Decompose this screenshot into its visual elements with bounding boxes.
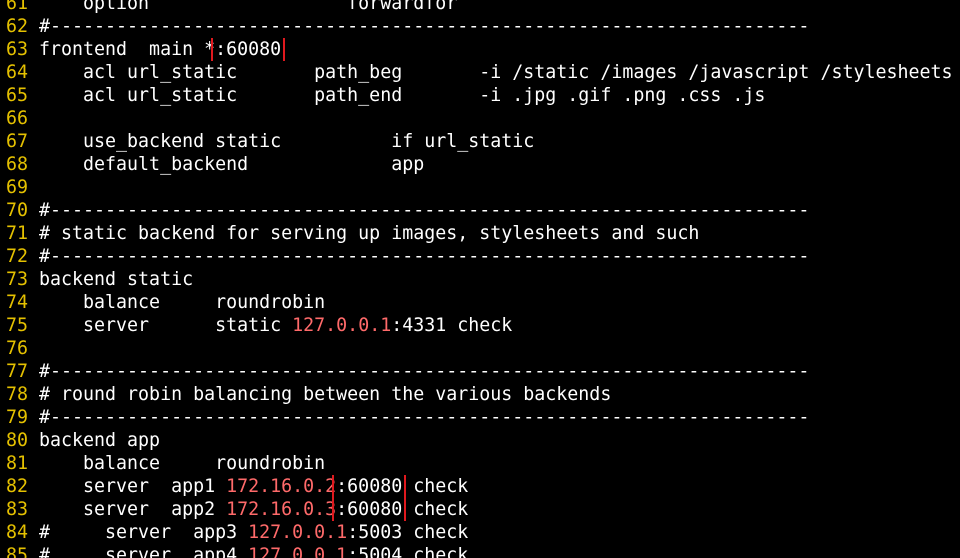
line-number: 73 [6,269,29,290]
ip-address-text: 172.16.0.2 [226,476,337,497]
code-text: #---------------------------------------… [39,407,810,428]
code-line[interactable]: 70 #-------------------------------------… [0,199,960,222]
code-line[interactable]: 75 server static 127.0.0.1:4331 check [0,314,960,337]
ip-address-text: 172.16.0.3 [226,499,337,520]
line-number: 78 [6,384,29,405]
code-text: backend static [39,269,194,290]
editor-buffer[interactable]: 61 option forwardfor 62 #-----------------… [0,0,960,558]
code-text: #---------------------------------------… [39,246,810,267]
line-number: 75 [6,315,29,336]
line-number: 62 [6,16,29,37]
line-number: 65 [6,85,29,106]
line-number: 68 [6,154,29,175]
line-number: 80 [6,430,29,451]
ip-address-text: 127.0.0.1 [292,315,392,336]
code-text: server app2 [39,499,227,520]
terminal-editor[interactable]: 61 option forwardfor 62 #-----------------… [0,0,960,558]
code-line[interactable]: 67 use_backend static if url_static [0,130,960,153]
code-line[interactable]: 85 # server app4 127.0.0.1:5004 check [0,544,960,558]
code-text: # server app3 [39,522,249,543]
line-number: 81 [6,453,29,474]
line-number: 82 [6,476,29,497]
line-number: 84 [6,522,29,543]
code-text: :5003 check [347,522,469,543]
code-text: balance roundrobin [39,453,326,474]
code-line[interactable]: 83 server app2 172.16.0.3:60080 check [0,498,960,521]
code-line[interactable]: 68 default_backend app [0,153,960,176]
code-text: server app1 [39,476,227,497]
line-number: 83 [6,499,29,520]
line-number: 72 [6,246,29,267]
line-number: 67 [6,131,29,152]
code-text: frontend main * [39,39,216,60]
code-line[interactable]: 61 option forwardfor [0,0,960,15]
code-line[interactable]: 82 server app1 172.16.0.2:60080 check [0,475,960,498]
code-text: balance roundrobin [39,292,326,313]
code-text: check [402,476,469,497]
highlighted-port-text: :60080 [332,498,407,521]
line-number: 61 [6,0,29,14]
code-line[interactable]: 77 #-------------------------------------… [0,360,960,383]
line-number: 79 [6,407,29,428]
code-line[interactable]: 76 [0,337,960,360]
code-line[interactable]: 63 frontend main *:60080 [0,38,960,61]
code-line[interactable]: 65 acl url_static path_end -i .jpg .gif … [0,84,960,107]
code-line[interactable]: 72 #-------------------------------------… [0,245,960,268]
code-text: server static [39,315,293,336]
line-number: 63 [6,39,29,60]
code-text: :4331 check [391,315,513,336]
ip-address-text: 127.0.0.1 [248,522,348,543]
code-line[interactable]: 73 backend static [0,268,960,291]
code-line[interactable]: 62 #-------------------------------------… [0,15,960,38]
code-line[interactable]: 81 balance roundrobin [0,452,960,475]
code-text: option forwardfor [39,0,458,14]
line-number: 77 [6,361,29,382]
code-text: # static backend for serving up images, … [39,223,700,244]
code-line[interactable]: 74 balance roundrobin [0,291,960,314]
code-line[interactable]: 80 backend app [0,429,960,452]
code-text: #---------------------------------------… [39,200,810,221]
code-text: # round robin balancing between the vari… [39,384,612,405]
line-number: 66 [6,108,29,129]
code-text: backend app [39,430,161,451]
line-number: 76 [6,338,29,359]
code-text: acl url_static path_end -i .jpg .gif .pn… [39,85,766,106]
line-number: 69 [6,177,29,198]
ip-address-text: 127.0.0.1 [248,545,348,558]
code-text: use_backend static if url_static [39,131,535,152]
code-text: # server app4 [39,545,249,558]
code-line[interactable]: 84 # server app3 127.0.0.1:5003 check [0,521,960,544]
line-number: 70 [6,200,29,221]
line-number: 64 [6,62,29,83]
code-line[interactable]: 71 # static backend for serving up images… [0,222,960,245]
code-text: check [402,499,469,520]
highlighted-port-text: :60080 [332,475,407,498]
code-text: #---------------------------------------… [39,16,810,37]
code-line[interactable]: 79 #-------------------------------------… [0,406,960,429]
code-text: default_backend app [39,154,425,175]
line-number: 85 [6,545,29,558]
line-number: 74 [6,292,29,313]
code-text: :5004 check [347,545,469,558]
code-text: #---------------------------------------… [39,361,810,382]
code-line[interactable]: 66 [0,107,960,130]
code-line[interactable]: 78 # round robin balancing between the va… [0,383,960,406]
code-line[interactable]: 69 [0,176,960,199]
line-number: 71 [6,223,29,244]
highlighted-port-text: :60080 [211,38,286,61]
code-text: acl url_static path_beg -i /static /imag… [39,62,953,83]
code-line[interactable]: 64 acl url_static path_beg -i /static /i… [0,61,960,84]
